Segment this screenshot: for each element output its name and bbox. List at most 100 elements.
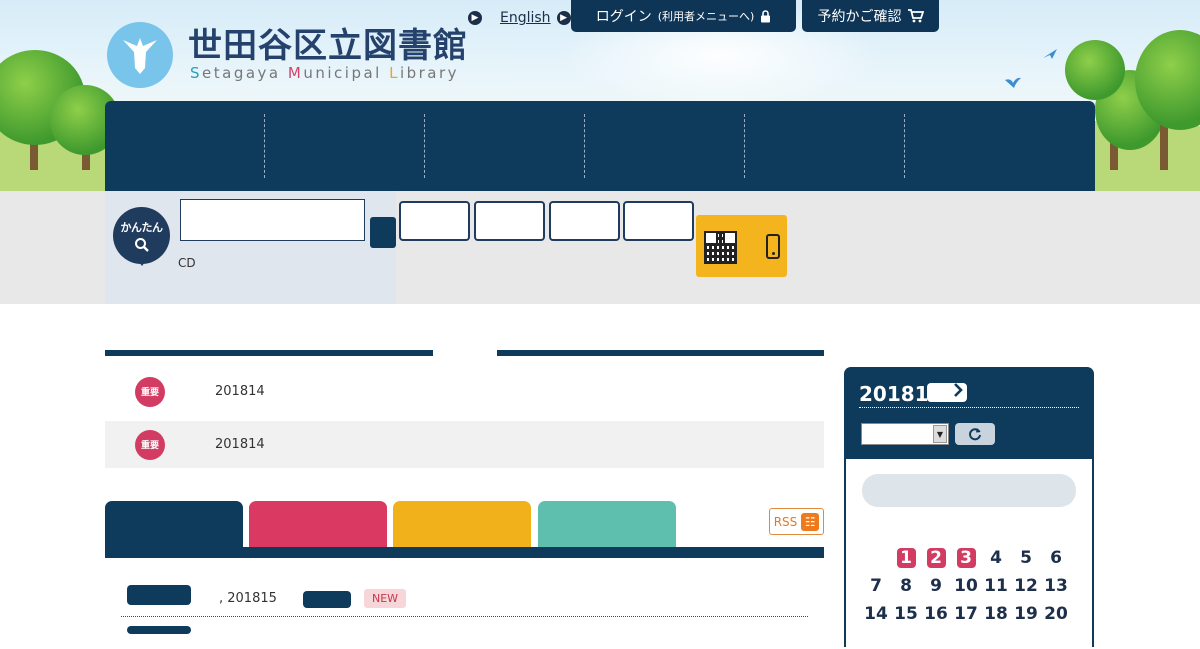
closed-day-marker: 3 xyxy=(956,548,976,568)
closed-day-marker: 2 xyxy=(926,548,946,568)
calendar-divider xyxy=(859,407,1079,408)
arrow-right-icon: ▶ xyxy=(556,11,571,25)
calendar-empty-cell xyxy=(861,547,891,569)
calendar-widget: 20181 ▼ 1 2 3 4 5 6 7 8 9 10 11 12 13 14 15 16 17 18 19 20 xyxy=(844,367,1094,649)
global-nav xyxy=(105,101,1095,191)
calendar-day[interactable]: 18 xyxy=(981,603,1011,625)
new-badge: NEW xyxy=(364,589,406,608)
notice-date: 201814 xyxy=(215,437,265,452)
nav-item[interactable] xyxy=(745,114,905,178)
calendar-month-select[interactable]: ▼ xyxy=(861,423,949,445)
nav-item[interactable] xyxy=(105,114,265,178)
simple-search-label: かんたん xyxy=(120,221,164,234)
calendar-day[interactable]: 13 xyxy=(1041,575,1071,597)
smartphone-icon xyxy=(766,234,780,259)
simple-search-badge: かんたん xyxy=(113,207,170,266)
calendar-title: 20181 xyxy=(859,382,929,406)
cart-icon xyxy=(907,9,924,23)
notice-item[interactable]: 重要 201814 xyxy=(105,368,824,415)
news-category-pill xyxy=(127,626,191,634)
bird-icon xyxy=(1043,49,1057,59)
calendar-day[interactable]: 4 xyxy=(981,547,1011,569)
calendar-body: 1 2 3 4 5 6 7 8 9 10 11 12 13 14 15 16 17 18 19 20 xyxy=(846,459,1092,649)
notice-date: 201814 xyxy=(215,384,265,399)
subtitle-part: etagaya xyxy=(202,64,288,82)
calendar-day[interactable]: 10 xyxy=(951,575,981,597)
subtitle-part: S xyxy=(190,64,203,82)
important-badge: 重要 xyxy=(135,376,165,407)
qr-code-icon xyxy=(704,231,737,264)
calendar-day[interactable]: 12 xyxy=(1011,575,1041,597)
language-switch: ▶ English ▶ xyxy=(468,10,571,26)
crane-emblem-icon xyxy=(123,38,157,74)
site-header: 世田谷区立図書館 Setagaya Municipal Library ▶ En… xyxy=(0,0,1200,191)
news-date: , 201815 xyxy=(219,591,277,606)
refresh-icon xyxy=(969,428,981,441)
calendar-day[interactable]: 6 xyxy=(1041,547,1071,569)
quick-search-button[interactable] xyxy=(549,201,620,241)
rss-label: RSS xyxy=(773,514,798,529)
bird-icon xyxy=(1005,77,1021,88)
calendar-day[interactable]: 7 xyxy=(861,575,891,597)
calendar-day[interactable]: 8 xyxy=(891,575,921,597)
search-submit-button[interactable] xyxy=(370,217,396,248)
subtitle-part: ibrary xyxy=(399,64,460,82)
calendar-day[interactable]: 20 xyxy=(1041,603,1071,625)
calendar-day[interactable]: 2 xyxy=(921,547,951,569)
subtitle-part: L xyxy=(389,64,400,82)
chevron-right-icon xyxy=(954,383,963,397)
mobile-site-card[interactable] xyxy=(696,215,787,277)
news-category-pill xyxy=(127,585,191,605)
english-link[interactable]: English xyxy=(500,10,551,26)
library-logo[interactable] xyxy=(107,22,173,88)
calendar-weekday-header xyxy=(862,474,1076,507)
news-tab[interactable] xyxy=(249,501,387,548)
tree-decoration xyxy=(1065,40,1125,100)
news-tab[interactable] xyxy=(538,501,676,548)
news-divider xyxy=(121,616,808,617)
calendar-day[interactable]: 14 xyxy=(861,603,891,625)
calendar-day[interactable]: 1 xyxy=(891,547,921,569)
rss-link[interactable]: RSS ☷ xyxy=(769,508,824,535)
nav-item[interactable] xyxy=(265,114,425,178)
calendar-day[interactable]: 11 xyxy=(981,575,1011,597)
quick-search-button[interactable] xyxy=(623,201,694,241)
reservation-cart-button[interactable]: 予約かご確認 xyxy=(802,0,939,32)
calendar-day[interactable]: 9 xyxy=(921,575,951,597)
nav-item[interactable] xyxy=(425,114,585,178)
subtitle-part: unicipal xyxy=(303,64,390,82)
nav-item[interactable] xyxy=(585,114,745,178)
important-badge: 重要 xyxy=(135,429,165,460)
login-label: ログイン xyxy=(595,9,652,25)
calendar-refresh-button[interactable] xyxy=(955,423,995,445)
login-sub-label: (利用者メニューへ) xyxy=(657,10,755,23)
calendar-day[interactable]: 16 xyxy=(921,603,951,625)
calendar-day[interactable]: 5 xyxy=(1011,547,1041,569)
chevron-down-icon: ▼ xyxy=(933,425,947,443)
calendar-next-button[interactable] xyxy=(927,383,967,402)
calendar-grid: 1 2 3 4 5 6 7 8 9 10 11 12 13 14 15 16 17 18 19 20 xyxy=(861,547,1089,625)
arrow-right-icon: ▶ xyxy=(468,11,482,25)
quick-search-button[interactable] xyxy=(474,201,545,241)
quick-search-button[interactable] xyxy=(399,201,470,241)
tabs-baseline xyxy=(105,547,824,558)
section-heading-bar xyxy=(497,350,824,356)
news-tab[interactable] xyxy=(393,501,531,548)
calendar-day[interactable]: 17 xyxy=(951,603,981,625)
closed-day-marker: 1 xyxy=(896,548,916,568)
nav-item[interactable] xyxy=(905,114,1065,178)
calendar-day[interactable]: 19 xyxy=(1011,603,1041,625)
search-input[interactable] xyxy=(180,199,365,241)
calendar-day[interactable]: 15 xyxy=(891,603,921,625)
rss-icon: ☷ xyxy=(801,512,820,531)
calendar-day[interactable]: 3 xyxy=(951,547,981,569)
news-tab[interactable] xyxy=(105,501,243,548)
login-button[interactable]: ログイン (利用者メニューへ) xyxy=(571,0,796,32)
site-subtitle: Setagaya Municipal Library xyxy=(190,64,459,82)
subtitle-part: M xyxy=(287,64,304,82)
section-heading-bar xyxy=(105,350,433,356)
site-title: 世田谷区立図書館 xyxy=(188,26,468,66)
search-icon xyxy=(134,238,149,252)
cart-label: 予約かご確認 xyxy=(817,9,902,25)
notice-item[interactable]: 重要 201814 xyxy=(105,421,824,468)
